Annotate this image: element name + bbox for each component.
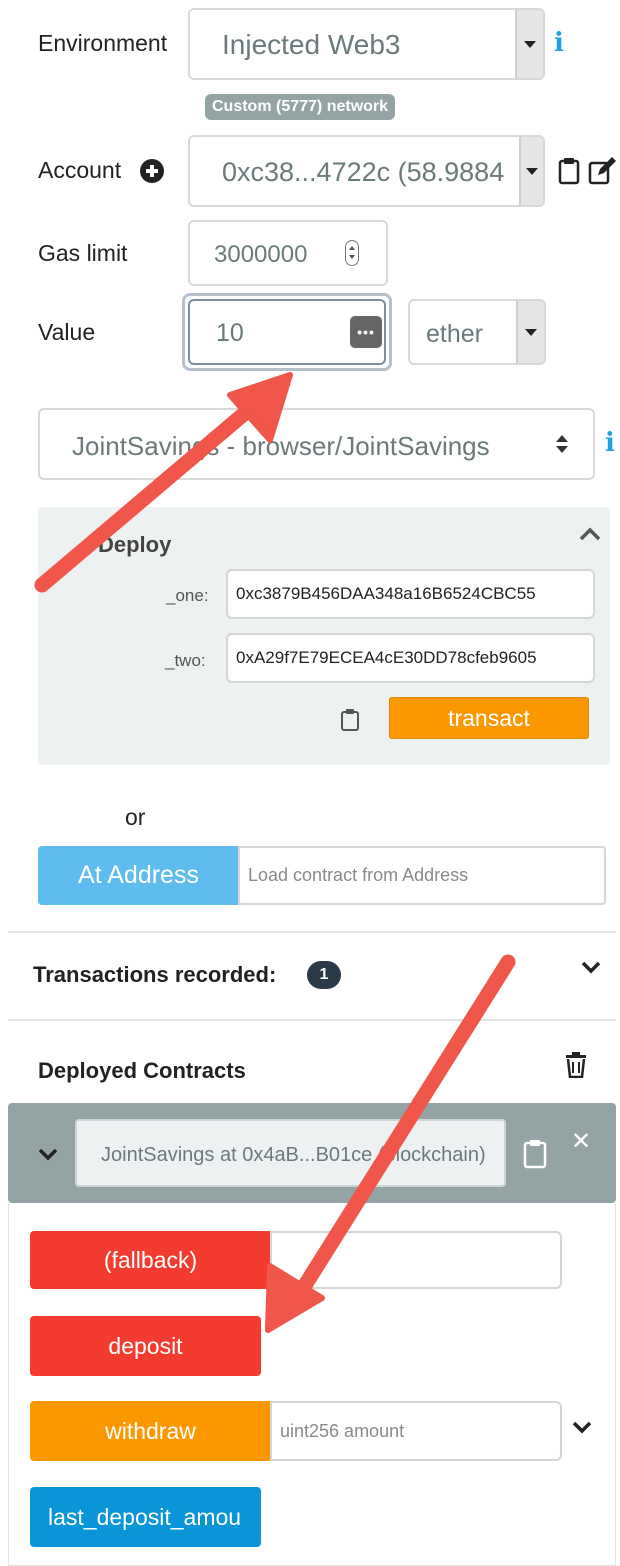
edit-icon[interactable] — [588, 157, 616, 185]
clipboard-icon[interactable] — [340, 708, 360, 732]
transactions-count-badge: 1 — [307, 961, 341, 989]
param-two-input[interactable]: 0xA29f7E79ECEA4cE30DD78cfeb9605 — [226, 633, 595, 683]
environment-value: Injected Web3 — [222, 29, 401, 60]
more-icon[interactable]: ••• — [350, 316, 382, 348]
withdraw-amount-placeholder: uint256 amount — [280, 1420, 405, 1441]
withdraw-amount-input[interactable]: uint256 amount — [270, 1401, 562, 1461]
environment-select[interactable]: Injected Web3 — [188, 8, 545, 80]
chevron-down-icon — [526, 167, 538, 175]
value-label: Value — [38, 319, 96, 345]
divider — [8, 1019, 616, 1021]
withdraw-button[interactable]: withdraw — [30, 1401, 271, 1461]
account-dropdown-button[interactable] — [519, 137, 543, 205]
param-one-label: _one: — [166, 586, 209, 605]
contract-select[interactable]: JointSavings - browser/JointSavings — [38, 408, 595, 480]
deploy-panel: Deploy _one: 0xc3879B456DAA348a16B6524CB… — [38, 507, 610, 765]
fallback-button[interactable]: (fallback) — [30, 1231, 271, 1289]
or-label: or — [125, 804, 146, 830]
chevron-up-icon[interactable] — [579, 527, 601, 541]
deploy-title: Deploy — [98, 532, 172, 557]
close-icon[interactable]: ✕ — [571, 1127, 591, 1156]
gas-limit-label: Gas limit — [38, 240, 128, 266]
environment-info-icon[interactable]: i — [554, 28, 564, 58]
gas-limit-value: 3000000 — [214, 241, 308, 268]
last-deposit-amount-button[interactable]: last_deposit_amou — [30, 1487, 261, 1547]
sort-icon — [556, 435, 568, 453]
chevron-down-icon[interactable] — [572, 1420, 592, 1434]
unit-dropdown-button[interactable] — [516, 301, 544, 363]
environment-label: Environment — [38, 30, 168, 56]
transactions-label: Transactions recorded: — [33, 962, 277, 987]
deposit-button[interactable]: deposit — [30, 1316, 261, 1376]
param-two-value: 0xA29f7E79ECEA4cE30DD78cfeb9605 — [236, 648, 537, 667]
divider — [8, 931, 616, 933]
contract-info-icon[interactable]: i — [605, 428, 615, 458]
chevron-down-icon — [524, 40, 536, 48]
param-two-label: _two: — [165, 651, 206, 670]
trash-icon[interactable] — [565, 1052, 587, 1078]
plus-circle-icon[interactable] — [140, 159, 164, 183]
contract-instance-title-box[interactable]: JointSavings at 0x4aB...B01ce (blockchai… — [75, 1119, 506, 1187]
at-address-button[interactable]: At Address — [38, 846, 239, 905]
contract-instance-title: JointSavings at 0x4aB...B01ce (blockchai… — [101, 1144, 486, 1166]
chevron-down-icon — [525, 328, 537, 336]
param-one-value: 0xc3879B456DAA348a16B6524CBC55 — [236, 584, 536, 603]
chevron-down-icon[interactable] — [38, 1147, 58, 1161]
contract-instance-header: JointSavings at 0x4aB...B01ce (blockchai… — [8, 1103, 616, 1203]
unit-value: ether — [426, 320, 483, 348]
at-address-input[interactable]: Load contract from Address — [238, 846, 606, 905]
fallback-input[interactable] — [270, 1231, 562, 1289]
stepper-icon[interactable] — [345, 240, 359, 266]
account-value: 0xc38...4722c (58.9884 — [222, 157, 505, 187]
deployed-contracts-label: Deployed Contracts — [38, 1058, 246, 1083]
at-address-placeholder: Load contract from Address — [248, 865, 469, 885]
contract-select-value: JointSavings - browser/JointSavings — [72, 431, 490, 461]
network-badge: Custom (5777) network — [205, 94, 396, 120]
environment-dropdown-button[interactable] — [515, 10, 543, 78]
clipboard-icon[interactable] — [558, 157, 580, 185]
gas-limit-input[interactable]: 3000000 — [188, 220, 388, 286]
account-label: Account — [38, 157, 122, 183]
value-input[interactable]: 10 ••• — [188, 299, 386, 365]
clipboard-icon[interactable] — [523, 1139, 547, 1169]
transact-button[interactable]: transact — [389, 697, 589, 739]
chevron-down-icon[interactable] — [581, 960, 601, 974]
value-value: 10 — [216, 319, 244, 347]
param-one-input[interactable]: 0xc3879B456DAA348a16B6524CBC55 — [226, 569, 595, 619]
unit-select[interactable]: ether — [408, 299, 546, 365]
account-select[interactable]: 0xc38...4722c (58.9884 — [188, 135, 545, 207]
